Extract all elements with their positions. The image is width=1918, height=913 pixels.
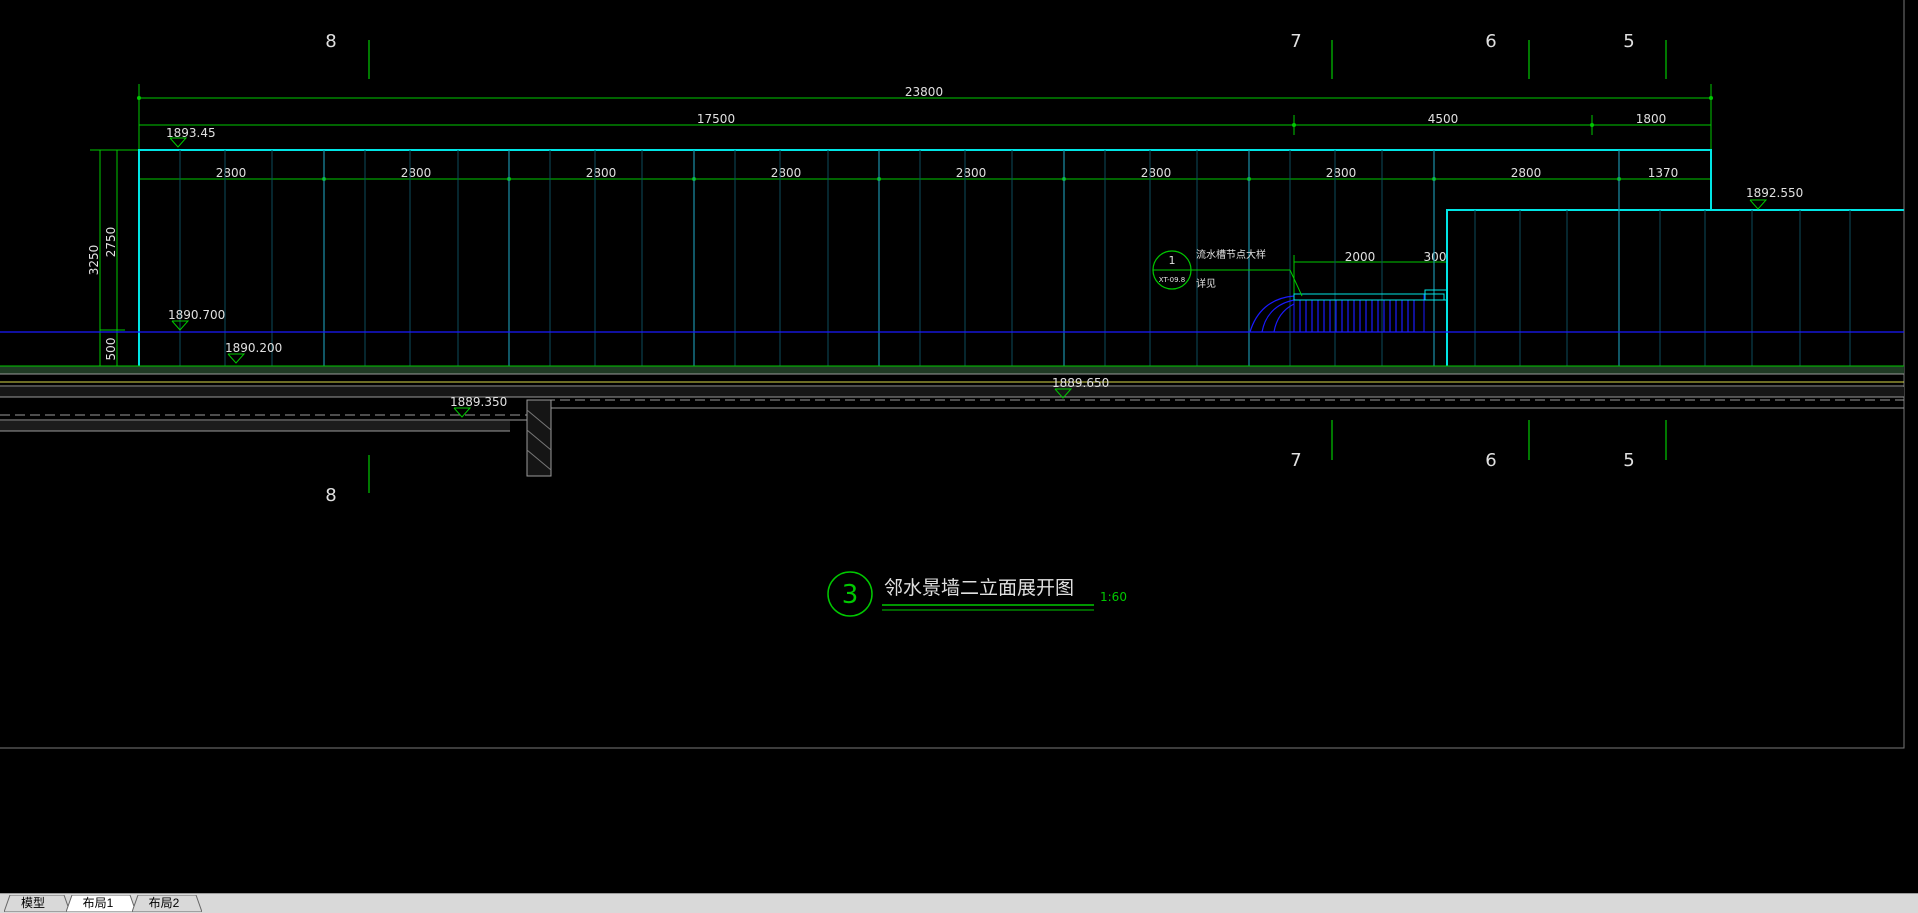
dim-vertical-500: 500 <box>104 338 118 361</box>
dimension-ticks <box>137 96 1713 181</box>
wall-texture <box>179 150 1851 366</box>
layout-tab-bar: 模型 布局1 布局2 <box>0 893 1918 913</box>
elevation-label-6: 1892.550 <box>1746 186 1803 200</box>
axis-label-5-top: 5 <box>1623 31 1634 52</box>
dim-bay-6: 2800 <box>1141 166 1172 180</box>
axis-label-8-bottom: 8 <box>325 485 336 506</box>
callout-note-line2: 详见 <box>1196 277 1216 290</box>
drawing-title: 邻水景墙二立面展开图 <box>884 577 1074 599</box>
dim-4500: 4500 <box>1428 112 1459 126</box>
drawing-viewport[interactable]: 8 7 6 5 8 7 6 5 23800 17500 4500 1800 28… <box>0 0 1918 893</box>
elevation-label-2: 1890.700 <box>168 308 225 322</box>
elevation-label-3: 1890.200 <box>225 341 282 355</box>
axis-label-5-bottom: 5 <box>1623 450 1634 471</box>
dimension-lines <box>90 84 1712 367</box>
axis-label-6-bottom: 6 <box>1485 450 1496 471</box>
tab-layout2[interactable]: 布局2 <box>132 895 202 912</box>
dim-bay-9: 1370 <box>1648 166 1679 180</box>
tab-model[interactable]: 模型 <box>4 895 70 912</box>
elevation-label-5: 1889.650 <box>1052 376 1109 390</box>
axis-ticks-bottom <box>368 420 1667 493</box>
tab-layout1[interactable]: 布局1 <box>66 895 136 912</box>
dim-bay-5: 2800 <box>956 166 987 180</box>
dim-bay-1: 2800 <box>216 166 247 180</box>
dim-detail-300: 300 <box>1424 250 1447 264</box>
tab-model-label: 模型 <box>20 896 45 910</box>
axis-label-6-top: 6 <box>1485 31 1496 52</box>
dim-vertical-2750: 2750 <box>104 227 118 258</box>
tab-layout1-label: 布局1 <box>82 896 114 910</box>
callout-note-line1: 流水槽节点大样 <box>1196 248 1266 261</box>
axis-label-8-top: 8 <box>325 31 336 52</box>
dim-bay-3: 2800 <box>586 166 617 180</box>
axis-label-7-bottom: 7 <box>1290 450 1301 471</box>
axis-ticks-top <box>368 40 1667 79</box>
drawing-scale: 1:60 <box>1100 590 1127 604</box>
dim-detail-2000: 2000 <box>1345 250 1376 264</box>
elevation-drawing: 8 7 6 5 8 7 6 5 23800 17500 4500 1800 28… <box>0 0 1905 749</box>
callout-sheet: XT-09.8 <box>1159 276 1185 284</box>
elevation-label-1: 1893.45 <box>166 126 216 140</box>
dim-bay-2: 2800 <box>401 166 432 180</box>
dim-bay-8: 2800 <box>1511 166 1542 180</box>
tab-layout2-label: 布局2 <box>148 896 180 910</box>
dim-1800: 1800 <box>1636 112 1667 126</box>
callout-number: 1 <box>1169 254 1176 267</box>
dim-bay-7: 2800 <box>1326 166 1357 180</box>
ground-section <box>0 365 1904 477</box>
axis-label-7-top: 7 <box>1290 31 1301 52</box>
dim-vertical-3250: 3250 <box>87 245 101 276</box>
title-number: 3 <box>842 580 859 610</box>
water-channel-detail <box>1249 289 1448 333</box>
wall-outline <box>138 149 1904 366</box>
dim-17500: 17500 <box>697 112 735 126</box>
dim-bay-4: 2800 <box>771 166 802 180</box>
elevation-label-4: 1889.350 <box>450 395 507 409</box>
dim-overall: 23800 <box>905 85 943 99</box>
